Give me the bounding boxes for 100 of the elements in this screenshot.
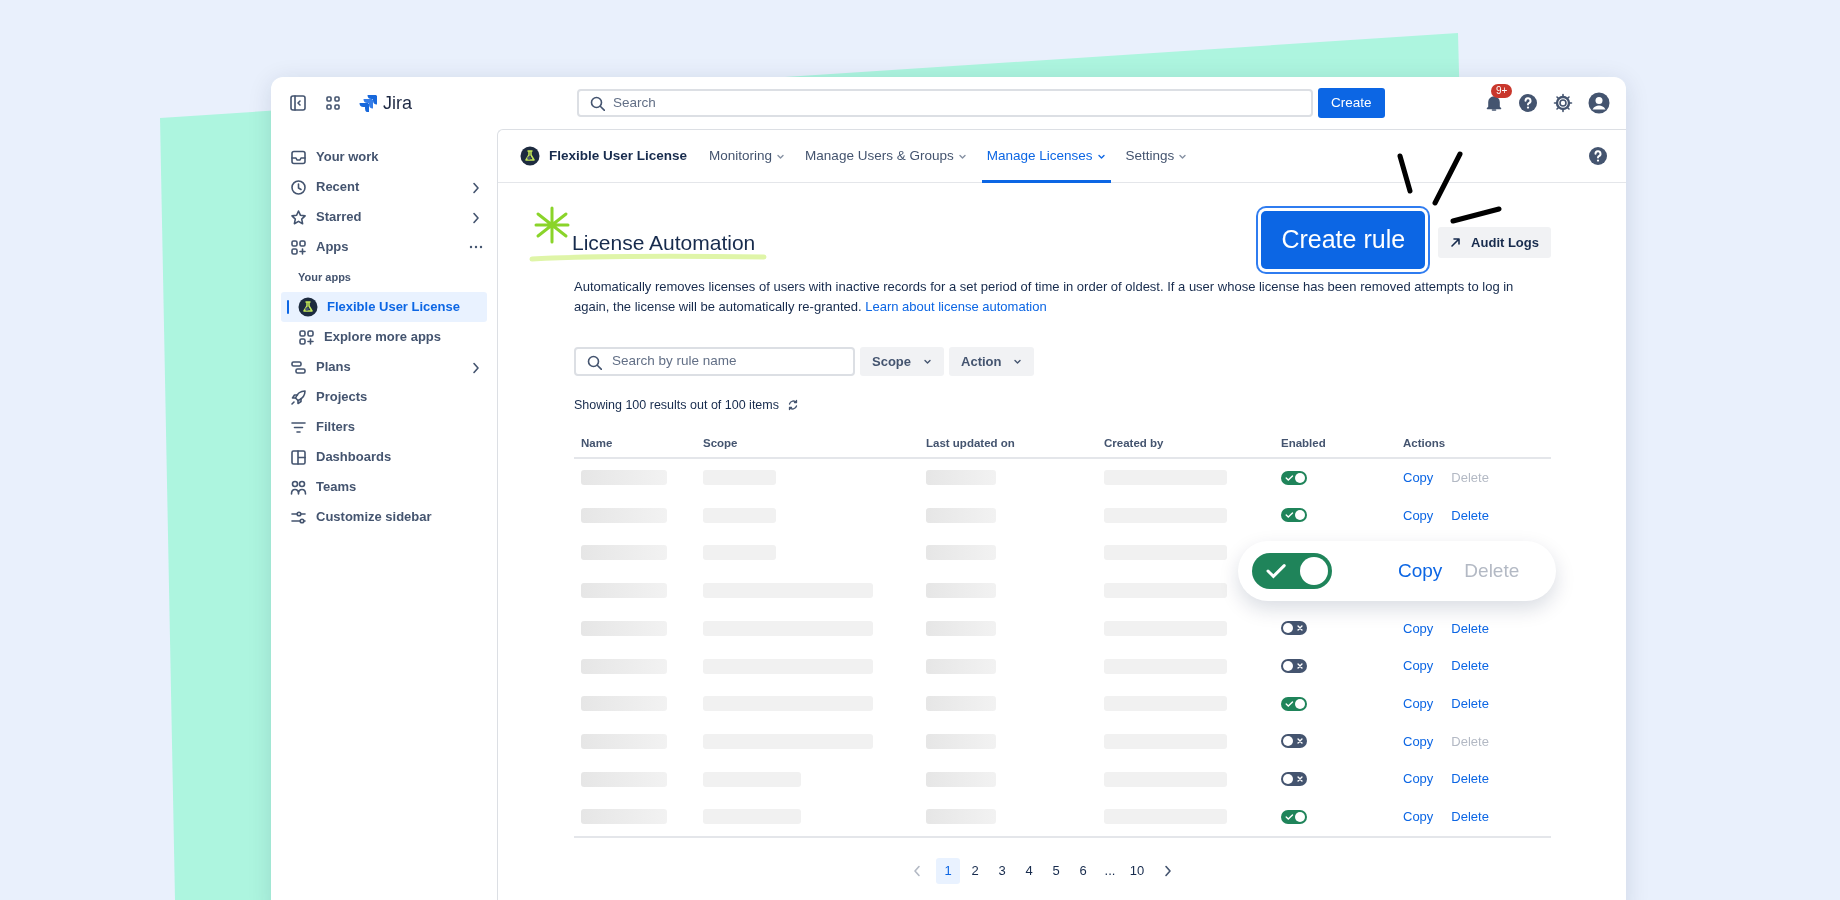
toggle-switch[interactable] — [1252, 552, 1332, 589]
loading-placeholder — [926, 809, 996, 825]
arrow-icon — [1450, 237, 1462, 248]
copy-link[interactable]: Copy — [1403, 693, 1434, 714]
filter-dropdown[interactable]: Action — [949, 347, 1035, 376]
rule-search-input[interactable]: Search by rule name — [612, 351, 843, 372]
page-button[interactable]: 10 — [1125, 857, 1149, 884]
sidebar-item[interactable]: Customize sidebar — [271, 502, 497, 532]
sidebar-item[interactable]: Your work — [271, 142, 497, 172]
toggle-switch[interactable] — [1281, 508, 1307, 523]
audit-logs-button[interactable]: Audit Logs — [1438, 227, 1551, 258]
copy-link[interactable]: Copy — [1403, 505, 1434, 526]
toggle-switch[interactable] — [1281, 772, 1307, 787]
avatar-icon[interactable] — [1588, 92, 1610, 114]
page-button[interactable]: 5 — [1044, 857, 1068, 884]
copy-link[interactable]: Copy — [1403, 731, 1434, 752]
column-header: Last updated on — [919, 430, 1097, 459]
delete-link[interactable]: Delete — [1451, 618, 1489, 639]
loading-placeholder — [926, 620, 996, 636]
logo-icon — [359, 94, 377, 112]
page-title: License Automation — [572, 230, 756, 256]
toggle-switch[interactable] — [1281, 659, 1307, 674]
column-header: Name — [574, 430, 696, 459]
sidebar-item[interactable]: Projects — [271, 382, 497, 412]
toggle-switch[interactable] — [1281, 696, 1307, 711]
copy-link[interactable]: Copy — [1403, 769, 1434, 789]
search-icon — [586, 353, 602, 370]
delete-link[interactable]: Delete — [1451, 505, 1489, 526]
people-icon — [290, 478, 307, 496]
copy-link[interactable]: Copy — [1403, 656, 1434, 676]
column-header: Actions — [1396, 430, 1551, 459]
sparkle-icon — [534, 206, 570, 244]
nav-tab[interactable]: Manage Users & Groups — [800, 129, 972, 183]
toggle-switch[interactable] — [1281, 809, 1307, 824]
create-button[interactable]: Create — [1318, 88, 1385, 118]
page-button[interactable]: 2 — [963, 857, 987, 884]
bell-icon[interactable] — [1485, 94, 1503, 113]
sidebar-item[interactable]: Apps — [271, 232, 497, 262]
toggle-switch[interactable] — [1281, 734, 1307, 749]
delete-link[interactable]: Delete — [1451, 693, 1489, 714]
search-input[interactable]: Search — [613, 92, 1301, 114]
page-button[interactable]: 3 — [990, 857, 1014, 884]
copy-link[interactable]: Copy — [1398, 556, 1443, 585]
filter-dropdown[interactable]: Scope — [860, 347, 944, 376]
toggle-switch[interactable] — [1281, 621, 1307, 636]
delete-link[interactable]: Delete — [1451, 807, 1489, 827]
settings-icon[interactable] — [1553, 93, 1573, 113]
copy-link[interactable]: Copy — [1403, 467, 1434, 488]
sidebar-item[interactable]: Plans — [271, 352, 497, 382]
apps-icon — [290, 238, 307, 256]
delete-link[interactable]: Delete — [1451, 769, 1489, 789]
copy-link[interactable]: Copy — [1403, 807, 1434, 827]
app-logo-icon — [520, 146, 540, 166]
rule-search-field[interactable]: Search by rule name — [574, 347, 855, 376]
tray-icon — [290, 148, 307, 166]
loading-placeholder — [926, 771, 996, 787]
help-icon[interactable] — [1588, 146, 1608, 166]
loading-placeholder — [926, 583, 996, 599]
sidebar-item[interactable]: Recent — [271, 172, 497, 202]
page-button[interactable]: ... — [1098, 857, 1122, 884]
sidebar-item[interactable]: Flexible User License — [281, 292, 487, 322]
nav-tab[interactable]: Settings — [1120, 129, 1193, 183]
page-button[interactable]: 1 — [936, 857, 960, 884]
toggle-switch[interactable] — [1281, 470, 1307, 485]
column-header: Created by — [1097, 430, 1274, 459]
caret-icon — [923, 357, 932, 366]
loading-placeholder — [926, 507, 996, 523]
sidebar-item[interactable]: Teams — [271, 472, 497, 502]
sliders-icon — [290, 508, 307, 526]
rocket-icon — [290, 388, 307, 406]
learn-more-link[interactable]: Learn about license automation — [865, 299, 1047, 314]
page-button[interactable]: 4 — [1017, 857, 1041, 884]
nav-tab[interactable]: Manage Licenses — [981, 129, 1111, 183]
delete-link[interactable]: Delete — [1451, 656, 1489, 676]
copy-link[interactable]: Copy — [1403, 618, 1434, 639]
column-header: Enabled — [1274, 430, 1396, 459]
sidebar-item[interactable]: Starred — [271, 202, 497, 232]
apps-icon — [298, 328, 315, 346]
loading-placeholder — [926, 733, 996, 749]
sidebar-item[interactable]: Filters — [271, 412, 497, 442]
nav-tab[interactable]: Monitoring — [704, 129, 791, 183]
notification-badge: 9+ — [1491, 83, 1513, 98]
jira-logo[interactable]: Jira — [359, 89, 412, 117]
page-button[interactable]: 6 — [1071, 857, 1095, 884]
loading-placeholder — [926, 470, 996, 486]
app-grid-icon[interactable] — [324, 94, 342, 112]
star-icon — [290, 208, 307, 226]
refresh-icon[interactable] — [787, 399, 799, 412]
search-field[interactable]: Search — [577, 89, 1313, 117]
help-icon[interactable] — [1518, 93, 1538, 113]
loading-placeholder — [926, 545, 996, 561]
loading-placeholder — [926, 696, 996, 712]
app-logo-icon — [298, 297, 318, 317]
sidebar-item[interactable]: Explore more apps — [271, 322, 497, 352]
description-text: Automatically removes licenses of users with inactive records for a set period of time in order of oldest. If a user whose license has been removed attempts to log in again, the license will be automatically re-granted. Learn about license automation — [574, 278, 1515, 316]
sidebar-item[interactable]: Dashboards — [271, 442, 497, 472]
column-header: Scope — [696, 430, 919, 459]
more-icon[interactable] — [469, 245, 483, 249]
sidebar-toggle-icon[interactable] — [289, 94, 307, 112]
results-count: Showing 100 results out of 100 items — [574, 397, 779, 414]
